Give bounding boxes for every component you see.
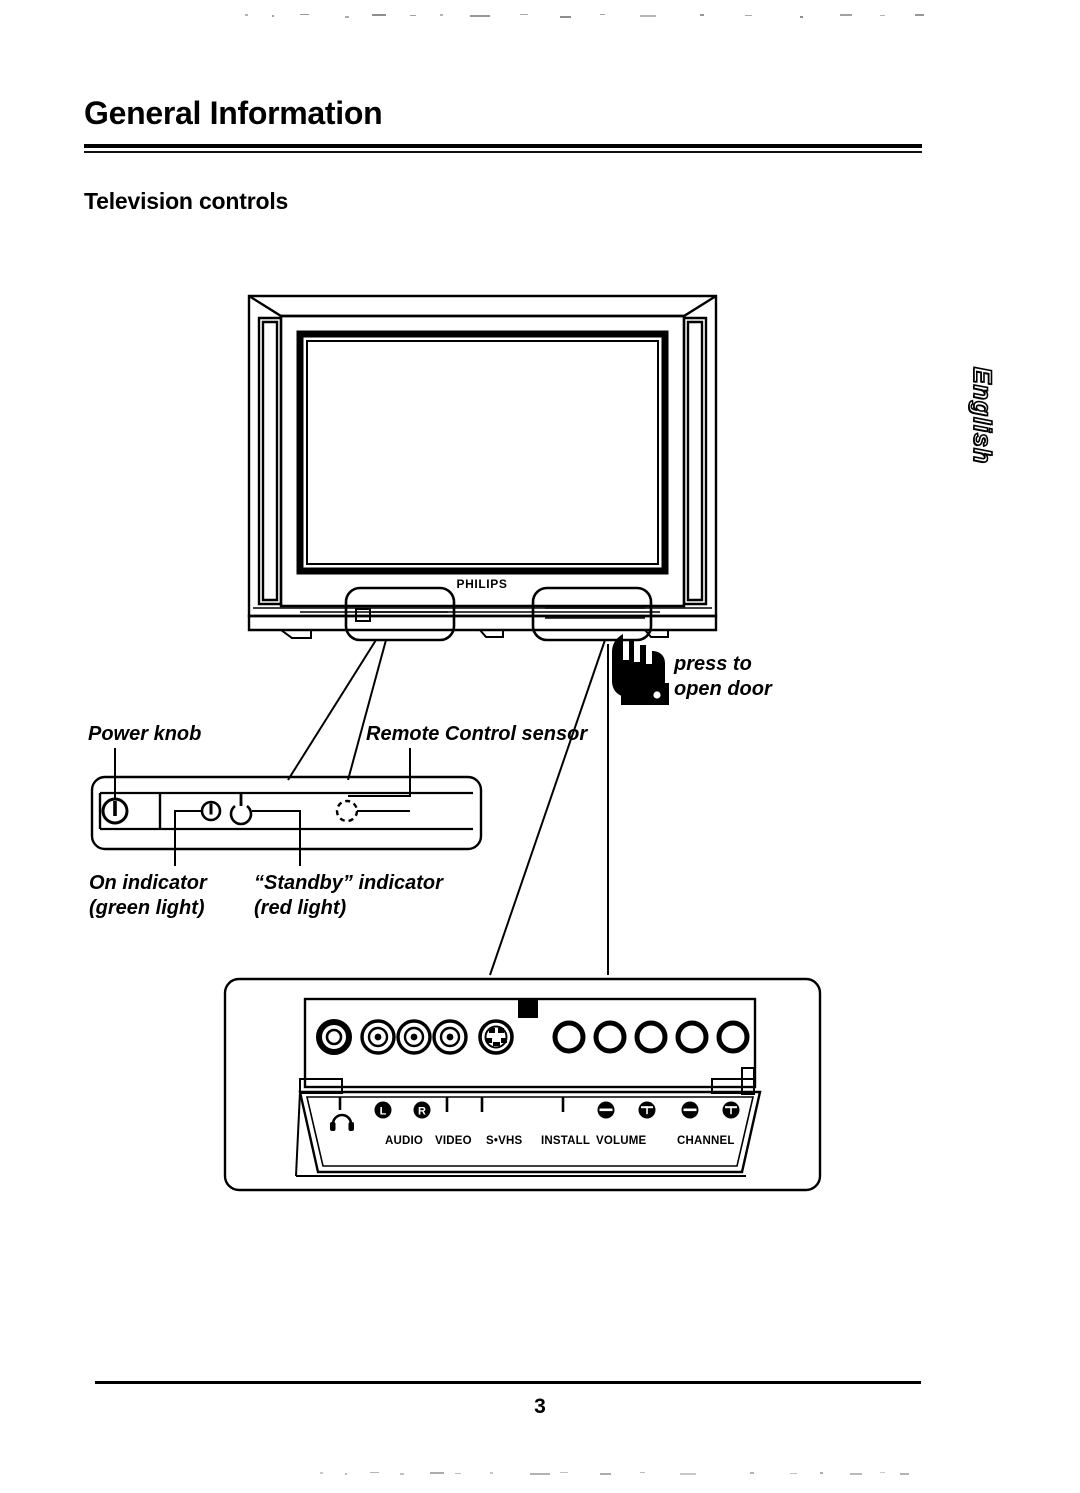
door-hinge-right bbox=[711, 1078, 755, 1094]
page-title: General Information bbox=[84, 95, 383, 131]
philips-logo: PHILIPS bbox=[457, 577, 508, 591]
leader-callout-a-2 bbox=[347, 639, 387, 781]
audio-left-icon: L bbox=[374, 1101, 392, 1119]
svg-text:R: R bbox=[418, 1106, 426, 1118]
volume-down-icon bbox=[597, 1101, 615, 1119]
press-line-1: press to bbox=[674, 653, 752, 675]
leader-standby-indicator bbox=[252, 810, 301, 866]
front-control-panel bbox=[90, 775, 483, 851]
annotation-power-knob: Power knob bbox=[88, 723, 202, 745]
standby-indicator-line-1: “Standby” indicator bbox=[254, 872, 443, 894]
door-hinge-left bbox=[299, 1078, 343, 1094]
button-volume-down bbox=[593, 1020, 627, 1054]
page-number: 3 bbox=[534, 1395, 546, 1418]
language-side-tab-label: English bbox=[968, 366, 998, 465]
tv-bottom-strip bbox=[247, 614, 718, 632]
tv-screen bbox=[306, 340, 659, 565]
pointing-hand-icon bbox=[612, 634, 669, 705]
button-install bbox=[552, 1020, 586, 1054]
jack-audio-left bbox=[360, 1019, 396, 1055]
annotation-remote-control-sensor: Remote Control sensor bbox=[366, 723, 588, 745]
label-install: INSTALL bbox=[541, 1135, 591, 1147]
callout-box-controls bbox=[344, 586, 456, 642]
button-channel-down bbox=[675, 1020, 709, 1054]
jack-audio-right bbox=[396, 1019, 432, 1055]
tv-speaker-left bbox=[257, 316, 283, 606]
leader-callout-a-1 bbox=[287, 639, 377, 781]
annotation-standby-indicator: “Standby” indicator (red light) bbox=[254, 871, 443, 921]
connector-jack-plate bbox=[303, 997, 757, 1089]
on-indicator-line-1: On indicator bbox=[89, 872, 207, 894]
press-line-2: open door bbox=[674, 678, 772, 700]
power-knob-icon bbox=[101, 797, 129, 825]
button-channel-up bbox=[716, 1020, 750, 1054]
jack-svhs bbox=[478, 1019, 514, 1055]
audio-right-icon: R bbox=[413, 1101, 431, 1119]
door-latch-marker bbox=[518, 1000, 538, 1018]
label-audio: AUDIO bbox=[385, 1135, 424, 1147]
connector-panel-outer bbox=[223, 977, 822, 1192]
door-slot-marker bbox=[355, 608, 371, 622]
channel-up-icon bbox=[722, 1101, 740, 1119]
leader-on-indicator bbox=[174, 810, 201, 866]
heading-rule-heavy bbox=[84, 144, 922, 148]
footer-rule bbox=[95, 1381, 921, 1384]
ir-sensor-icon bbox=[335, 799, 359, 823]
standby-indicator-icon bbox=[229, 794, 253, 826]
section-title: Television controls bbox=[84, 188, 289, 214]
callout-box-connectors bbox=[531, 586, 653, 642]
tv-cabinet-face bbox=[279, 314, 686, 608]
on-indicator-line-2: (green light) bbox=[89, 897, 205, 919]
svg-text:L: L bbox=[380, 1106, 387, 1118]
label-video: VIDEO bbox=[435, 1135, 472, 1147]
leader-remote-sensor-up bbox=[348, 748, 411, 797]
on-indicator-icon bbox=[200, 800, 222, 822]
label-channel: CHANNEL bbox=[677, 1135, 735, 1147]
jack-headphone bbox=[316, 1019, 352, 1055]
scan-artifact-bottom bbox=[0, 1470, 1080, 1480]
heading-rule-light bbox=[84, 151, 922, 153]
label-svhs: S•VHS bbox=[486, 1135, 523, 1147]
leader-callout-b-1 bbox=[489, 639, 606, 976]
scan-artifact-top bbox=[0, 12, 1080, 22]
jack-video bbox=[432, 1019, 468, 1055]
standby-indicator-line-2: (red light) bbox=[254, 897, 347, 919]
annotation-press-to-open-door: press to open door bbox=[674, 652, 772, 702]
language-side-tab: English bbox=[922, 355, 1042, 475]
channel-down-icon bbox=[681, 1101, 699, 1119]
headphone-icon bbox=[330, 1113, 354, 1131]
connector-open-door bbox=[298, 1090, 762, 1174]
label-volume: VOLUME bbox=[596, 1135, 647, 1147]
tv-cabinet-outline bbox=[247, 294, 718, 618]
button-volume-up bbox=[634, 1020, 668, 1054]
annotation-on-indicator: On indicator (green light) bbox=[89, 871, 207, 921]
tv-speaker-right bbox=[682, 316, 708, 606]
volume-up-icon bbox=[638, 1101, 656, 1119]
tv-screen-bezel bbox=[296, 330, 669, 575]
